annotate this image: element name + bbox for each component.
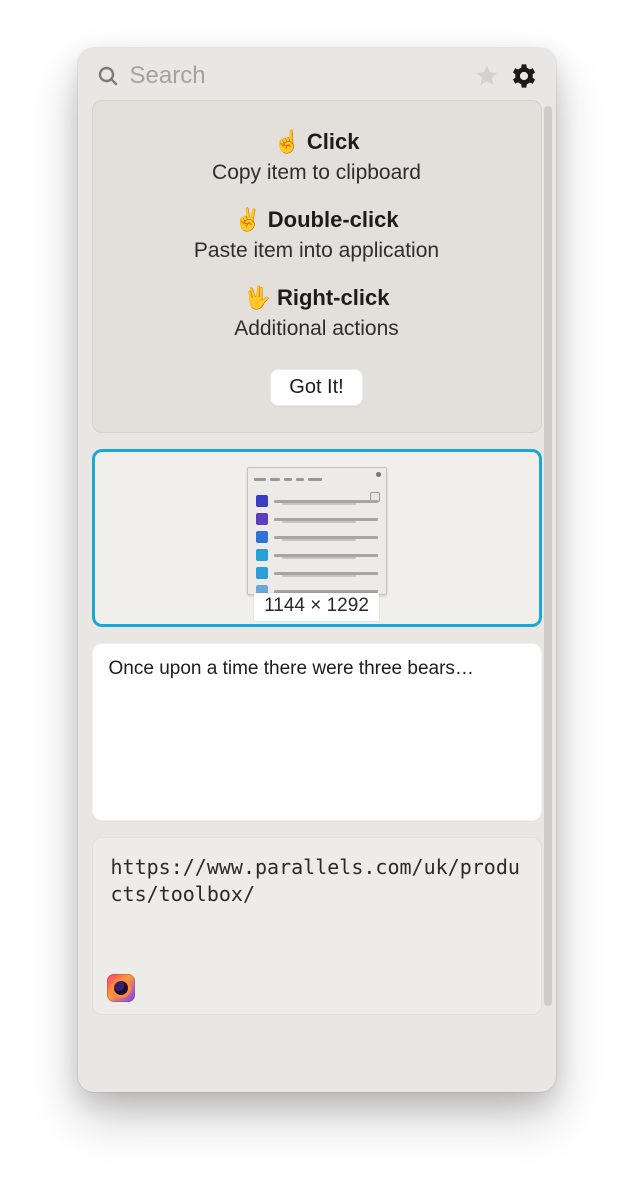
firefox-icon	[107, 974, 135, 1002]
clipboard-item-text[interactable]: Once upon a time there were three bears…	[92, 643, 542, 821]
clipboard-item-url[interactable]: https://www.parallels.com/uk/products/to…	[92, 837, 542, 1015]
help-right-click-title: Right-click	[277, 285, 389, 310]
star-icon[interactable]	[474, 63, 500, 89]
help-click-sub: Copy item to clipboard	[115, 161, 519, 185]
help-double-click: ✌️ Double-click Paste item into applicati…	[115, 207, 519, 263]
clipboard-history-panel: ☝️Click Copy item to clipboard ✌️ Double-…	[78, 48, 556, 1092]
victory-hand-icon: ✌️	[234, 207, 261, 232]
help-double-click-sub: Paste item into application	[115, 239, 519, 263]
point-up-icon: ☝️	[274, 129, 301, 154]
clipboard-text-content: Once upon a time there were three bears…	[109, 658, 474, 679]
help-right-click-sub: Additional actions	[115, 317, 519, 341]
help-right-click: 🖖Right-click Additional actions	[115, 285, 519, 341]
vulcan-salute-icon: 🖖	[244, 285, 271, 310]
help-click: ☝️Click Copy item to clipboard	[115, 129, 519, 185]
onboarding-card: ☝️Click Copy item to clipboard ✌️ Double-…	[92, 100, 542, 433]
body: ☝️Click Copy item to clipboard ✌️ Double-…	[78, 100, 556, 1092]
search-input[interactable]	[130, 62, 464, 90]
scrollbar[interactable]	[544, 106, 552, 1006]
screenshot-thumbnail	[247, 467, 387, 595]
clipboard-url-content: https://www.parallels.com/uk/products/to…	[111, 855, 520, 906]
search-icon	[96, 64, 120, 88]
gear-icon[interactable]	[510, 62, 538, 90]
header	[78, 48, 556, 100]
help-double-click-title: Double-click	[268, 207, 399, 232]
clipboard-item-screenshot[interactable]: 1144 × 1292	[92, 449, 542, 627]
got-it-button[interactable]: Got It!	[270, 369, 362, 406]
help-click-title: Click	[307, 129, 360, 154]
screenshot-dimensions: 1144 × 1292	[254, 593, 379, 621]
